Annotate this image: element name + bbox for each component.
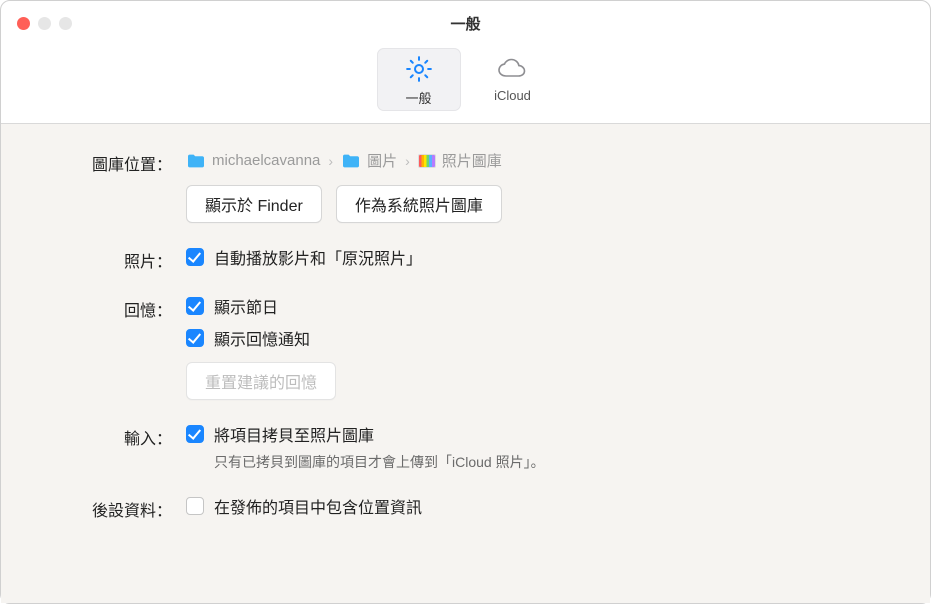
include-location-option: 在發佈的項目中包含位置資訊 (186, 494, 890, 518)
row-memories: 回憶： 顯示節日 顯示回憶通知 重置建議的回憶 (41, 294, 890, 400)
set-system-library-button[interactable]: 作為系統照片圖庫 (336, 185, 502, 223)
breadcrumb-label: michaelcavanna (212, 152, 320, 169)
preferences-toolbar: 一般 iCloud (1, 46, 930, 124)
zoom-window-button[interactable] (59, 17, 72, 30)
tab-general[interactable]: 一般 (377, 48, 461, 111)
import-label: 輸入： (41, 422, 186, 449)
tab-icloud[interactable]: iCloud (471, 48, 555, 111)
general-pane: 圖庫位置： michaelcavanna › 圖片 › 照片圖庫 (1, 124, 930, 603)
autoplay-option: 自動播放影片和「原況照片」 (186, 245, 890, 269)
show-memories-notifications-checkbox[interactable] (186, 329, 204, 347)
library-buttons: 顯示於 Finder 作為系統照片圖庫 (186, 185, 890, 223)
include-location-label: 在發佈的項目中包含位置資訊 (214, 494, 422, 518)
window-title: 一般 (1, 13, 930, 34)
row-metadata: 後設資料： 在發佈的項目中包含位置資訊 (41, 494, 890, 521)
library-breadcrumb: michaelcavanna › 圖片 › 照片圖庫 (186, 148, 890, 177)
autoplay-checkbox[interactable] (186, 248, 204, 266)
traffic-lights (1, 17, 72, 30)
breadcrumb-photo-library[interactable]: 照片圖庫 (418, 150, 502, 171)
row-photos: 照片： 自動播放影片和「原況照片」 (41, 245, 890, 272)
show-in-finder-button[interactable]: 顯示於 Finder (186, 185, 322, 223)
show-memories-notifications-option: 顯示回憶通知 (186, 326, 890, 350)
minimize-window-button[interactable] (38, 17, 51, 30)
import-help-text: 只有已拷貝到圖庫的項目才會上傳到「iCloud 照片」。 (214, 452, 890, 472)
library-location-label: 圖庫位置： (41, 148, 186, 175)
autoplay-label: 自動播放影片和「原況照片」 (214, 245, 422, 269)
photos-label: 照片： (41, 245, 186, 272)
reset-suggested-memories-button: 重置建議的回憶 (186, 362, 336, 400)
folder-icon (186, 153, 206, 169)
tab-icloud-label: iCloud (494, 88, 531, 103)
copy-to-library-option: 將項目拷貝至照片圖庫 (186, 422, 890, 446)
titlebar: 一般 (1, 1, 930, 46)
copy-to-library-checkbox[interactable] (186, 425, 204, 443)
folder-icon (341, 153, 361, 169)
chevron-right-icon: › (405, 153, 410, 169)
copy-to-library-label: 將項目拷貝至照片圖庫 (214, 422, 374, 446)
breadcrumb-pictures-folder[interactable]: 圖片 (341, 150, 397, 171)
gear-icon (404, 54, 434, 84)
photos-library-icon (418, 154, 436, 168)
cloud-icon (495, 54, 531, 84)
show-holidays-label: 顯示節日 (214, 294, 278, 318)
show-holidays-checkbox[interactable] (186, 297, 204, 315)
row-import: 輸入： 將項目拷貝至照片圖庫 只有已拷貝到圖庫的項目才會上傳到「iCloud 照… (41, 422, 890, 472)
tab-general-label: 一般 (405, 88, 431, 107)
show-memories-notifications-label: 顯示回憶通知 (214, 326, 310, 350)
show-holidays-option: 顯示節日 (186, 294, 890, 318)
breadcrumb-label: 照片圖庫 (442, 150, 502, 171)
breadcrumb-label: 圖片 (367, 150, 397, 171)
breadcrumb-user-folder[interactable]: michaelcavanna (186, 152, 320, 169)
chevron-right-icon: › (328, 153, 333, 169)
close-window-button[interactable] (17, 17, 30, 30)
memories-label: 回憶： (41, 294, 186, 321)
include-location-checkbox[interactable] (186, 497, 204, 515)
row-library-location: 圖庫位置： michaelcavanna › 圖片 › 照片圖庫 (41, 148, 890, 223)
metadata-label: 後設資料： (41, 494, 186, 521)
